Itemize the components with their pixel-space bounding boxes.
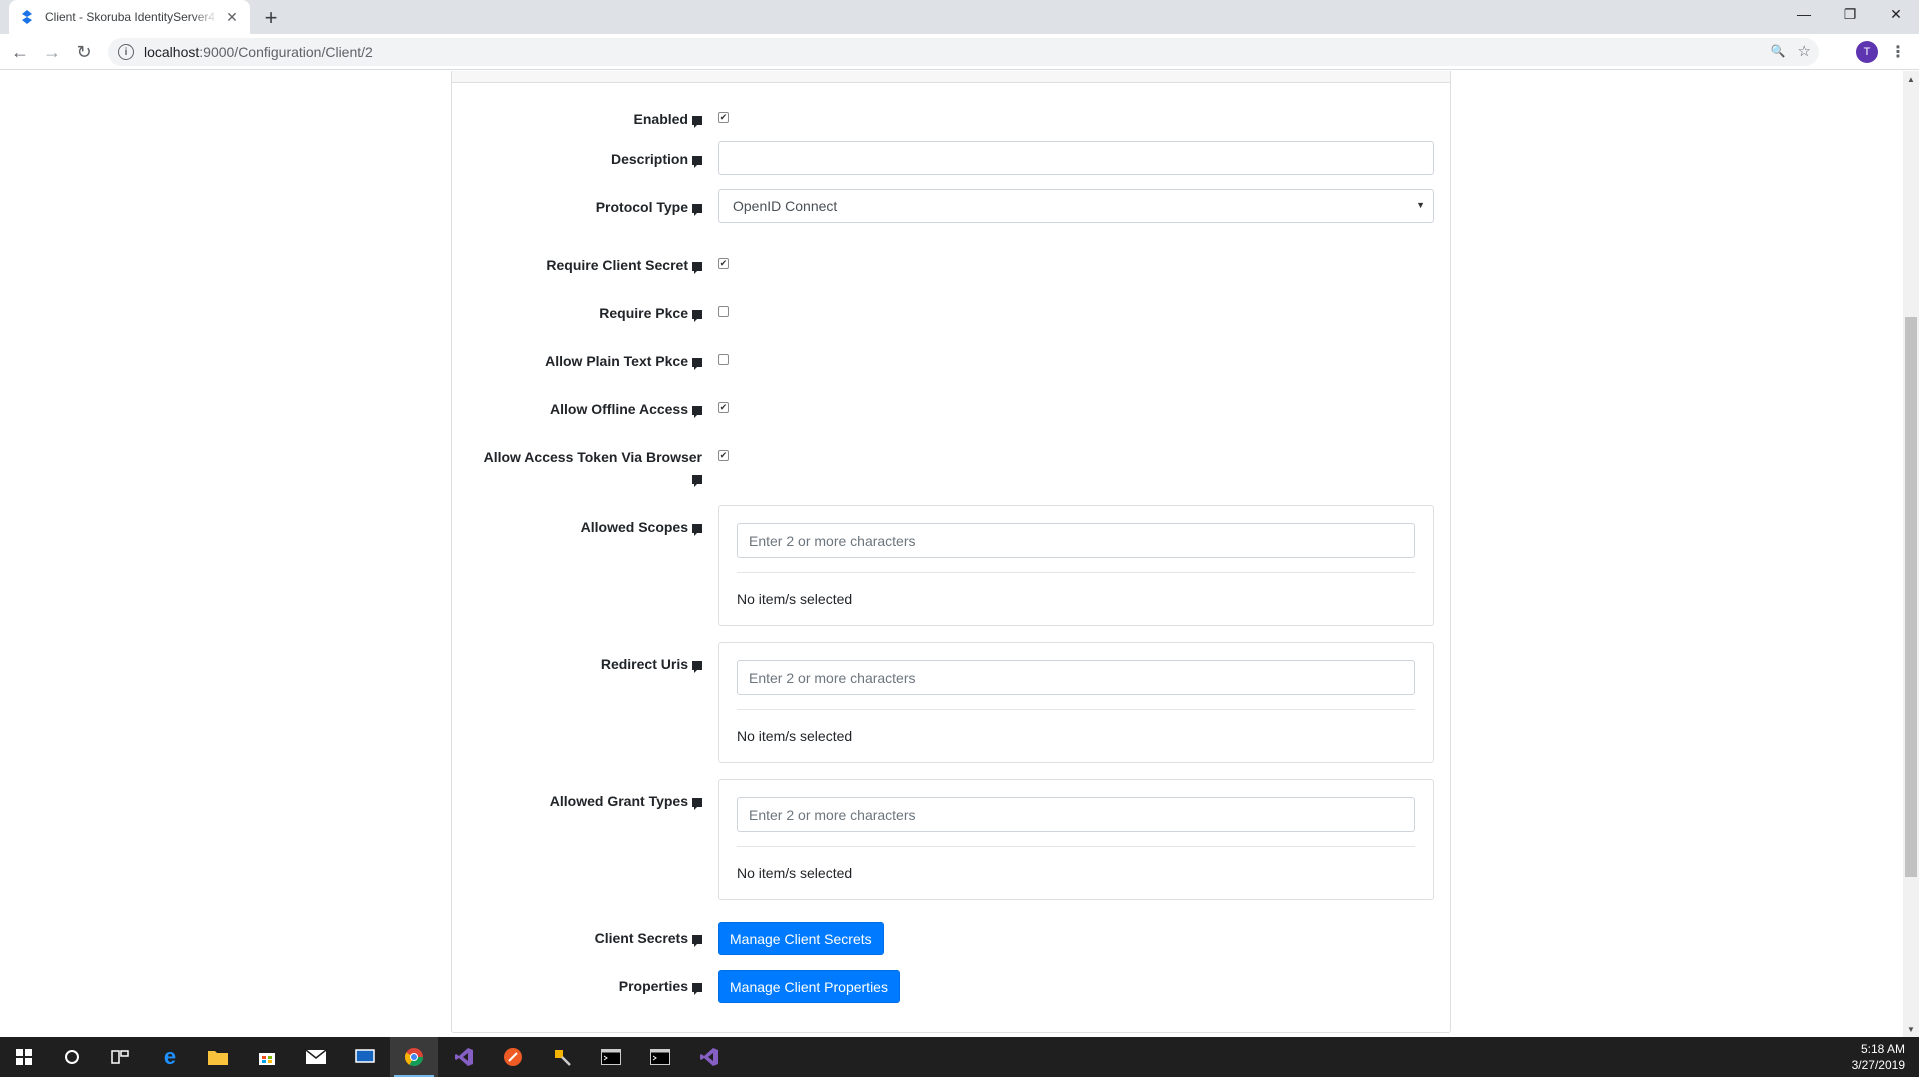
protocol-type-value: OpenID Connect	[733, 198, 838, 214]
system-clock[interactable]: 5:18 AM 3/27/2019	[1852, 1041, 1905, 1073]
properties-label: Properties	[462, 976, 702, 997]
help-tooltip-icon[interactable]	[692, 156, 702, 168]
allowed-grant-types-label: Allowed Grant Types	[462, 791, 702, 812]
help-tooltip-icon[interactable]	[692, 798, 702, 810]
browser-toolbar: ← → ↻ i localhost:9000/Configuration/Cli…	[0, 34, 1919, 70]
enabled-label: Enabled	[462, 109, 702, 130]
allow-plain-text-pkce-checkbox[interactable]	[718, 354, 729, 365]
allow-plain-text-pkce-label: Allow Plain Text Pkce	[462, 351, 702, 372]
description-label: Description	[462, 149, 702, 170]
terminal-icon[interactable]	[636, 1037, 684, 1077]
help-tooltip-icon[interactable]	[692, 475, 702, 487]
redirect-uris-label: Redirect Uris	[462, 654, 702, 675]
require-client-secret-checkbox[interactable]: ✔	[718, 258, 729, 269]
remote-desktop-icon[interactable]	[341, 1037, 389, 1077]
store-icon[interactable]	[243, 1037, 291, 1077]
file-explorer-icon[interactable]	[194, 1037, 242, 1077]
browser-menu-icon[interactable]: ⋮	[1890, 40, 1906, 64]
help-tooltip-icon[interactable]	[692, 406, 702, 418]
page-viewport: Enabled ✔ Description Protocol Type Open…	[0, 71, 1903, 1037]
task-view-icon[interactable]	[96, 1037, 144, 1077]
allowed-scopes-search-input[interactable]: Enter 2 or more characters	[737, 523, 1415, 558]
allow-offline-access-checkbox[interactable]: ✔	[718, 402, 729, 413]
tools-icon[interactable]	[538, 1037, 586, 1077]
tab-title: Client - Skoruba IdentityServer4 Admin	[45, 10, 218, 24]
divider	[737, 709, 1415, 710]
zoom-icon[interactable]: 🔍	[1771, 44, 1786, 58]
allowed-scopes-empty-text: No item/s selected	[737, 591, 853, 607]
site-info-icon[interactable]: i	[118, 44, 134, 60]
bookmark-star-icon[interactable]: ☆	[1798, 42, 1811, 60]
forward-icon[interactable]: →	[38, 38, 66, 66]
protocol-type-label: Protocol Type	[462, 197, 702, 218]
omnibox-actions: 🔍 ☆	[1771, 42, 1811, 60]
redirect-uris-empty-text: No item/s selected	[737, 728, 853, 744]
restore-icon[interactable]: ❐	[1827, 0, 1873, 28]
windows-start-icon[interactable]	[0, 1037, 48, 1077]
close-window-icon[interactable]: ✕	[1873, 0, 1919, 28]
help-tooltip-icon[interactable]	[692, 524, 702, 536]
url-text: localhost:9000/Configuration/Client/2	[144, 44, 373, 60]
allowed-grant-types-picker: Enter 2 or more characters No item/s sel…	[718, 779, 1434, 900]
chrome-taskbar-icon[interactable]	[390, 1037, 438, 1077]
allowed-scopes-picker: Enter 2 or more characters No item/s sel…	[718, 505, 1434, 626]
manage-client-secrets-button[interactable]: Manage Client Secrets	[718, 922, 884, 955]
client-secrets-label: Client Secrets	[462, 928, 702, 949]
url-host: localhost	[144, 44, 200, 60]
require-pkce-checkbox[interactable]	[718, 306, 729, 317]
clock-time: 5:18 AM	[1860, 1042, 1905, 1056]
windows-taskbar: e 5:18 AM 3/27/2019	[0, 1037, 1919, 1077]
profile-avatar[interactable]: T	[1856, 41, 1878, 63]
help-tooltip-icon[interactable]	[692, 262, 702, 274]
help-tooltip-icon[interactable]	[692, 661, 702, 673]
browser-tab-bar: Client - Skoruba IdentityServer4 Admin ✕…	[0, 0, 1919, 34]
edge-browser-icon[interactable]: e	[146, 1037, 194, 1077]
help-tooltip-icon[interactable]	[692, 310, 702, 322]
divider	[737, 846, 1415, 847]
card-header	[452, 71, 1450, 83]
redirect-uris-picker: Enter 2 or more characters No item/s sel…	[718, 642, 1434, 763]
description-input[interactable]	[718, 141, 1434, 175]
cortana-search-icon[interactable]	[48, 1037, 96, 1077]
require-pkce-label: Require Pkce	[462, 303, 702, 324]
manage-client-properties-button[interactable]: Manage Client Properties	[718, 970, 900, 1003]
divider	[737, 572, 1415, 573]
scroll-down-arrow-icon[interactable]: ▼	[1903, 1021, 1919, 1037]
enabled-checkbox[interactable]: ✔	[718, 112, 729, 123]
require-client-secret-label: Require Client Secret	[462, 255, 702, 276]
help-tooltip-icon[interactable]	[692, 204, 702, 216]
help-tooltip-icon[interactable]	[692, 935, 702, 947]
terminal-icon[interactable]	[587, 1037, 635, 1077]
help-tooltip-icon[interactable]	[692, 983, 702, 995]
postman-icon[interactable]	[489, 1037, 537, 1077]
allow-access-token-via-browser-label: Allow Access Token Via Browser	[462, 447, 702, 489]
clock-date: 3/27/2019	[1851, 1058, 1905, 1072]
allowed-scopes-label: Allowed Scopes	[462, 517, 702, 538]
allow-offline-access-label: Allow Offline Access	[462, 399, 702, 420]
mail-icon[interactable]	[292, 1037, 340, 1077]
dropdown-arrow-icon: ▼	[1416, 200, 1425, 210]
scroll-up-arrow-icon[interactable]: ▲	[1903, 71, 1919, 87]
visual-studio-icon[interactable]	[440, 1037, 488, 1077]
visual-studio-icon[interactable]	[685, 1037, 733, 1077]
tab-close-icon[interactable]: ✕	[224, 9, 240, 25]
allowed-grant-types-search-input[interactable]: Enter 2 or more characters	[737, 797, 1415, 832]
protocol-type-select[interactable]: OpenID Connect ▼	[718, 189, 1434, 223]
address-bar[interactable]: i localhost:9000/Configuration/Client/2 …	[108, 38, 1819, 66]
url-path: :9000/Configuration/Client/2	[199, 44, 373, 60]
redirect-uris-search-input[interactable]: Enter 2 or more characters	[737, 660, 1415, 695]
page-scrollbar[interactable]: ▲ ▼	[1903, 71, 1919, 1037]
scroll-thumb[interactable]	[1905, 317, 1917, 877]
minimize-icon[interactable]: —	[1781, 0, 1827, 28]
identityserver-favicon-icon	[19, 9, 35, 25]
new-tab-icon[interactable]: +	[258, 5, 284, 31]
allow-access-token-via-browser-checkbox[interactable]: ✔	[718, 450, 729, 461]
help-tooltip-icon[interactable]	[692, 116, 702, 128]
client-form-card: Enabled ✔ Description Protocol Type Open…	[451, 71, 1451, 1033]
browser-tab[interactable]: Client - Skoruba IdentityServer4 Admin ✕	[9, 0, 250, 34]
allowed-grant-types-empty-text: No item/s selected	[737, 865, 853, 881]
help-tooltip-icon[interactable]	[692, 358, 702, 370]
back-icon[interactable]: ←	[6, 38, 34, 66]
reload-icon[interactable]: ↻	[70, 38, 98, 66]
